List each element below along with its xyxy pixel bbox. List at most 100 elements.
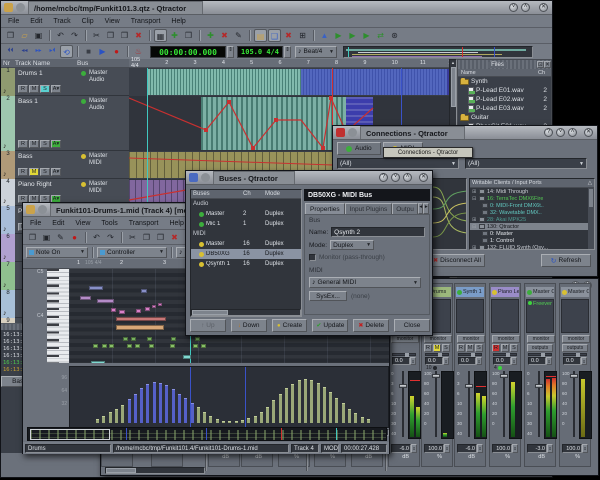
velocity-bar[interactable] <box>114 409 118 423</box>
client-port-item[interactable]: 32: Wavetable DMX.. <box>470 209 594 216</box>
close-button[interactable]: ✕ <box>539 3 548 12</box>
edit-mode-icon[interactable]: ✎ <box>54 231 67 244</box>
velocity-bar[interactable] <box>159 383 162 423</box>
track-r-button[interactable]: R <box>18 140 28 148</box>
client-port-item[interactable]: ⊞ 28: Akai MPK25 <box>470 216 594 223</box>
paste-icon[interactable]: ❒ <box>154 231 167 244</box>
pan-slider[interactable] <box>563 353 587 357</box>
velocity-bar[interactable] <box>240 420 244 423</box>
save-icon[interactable]: ▣ <box>32 29 45 42</box>
strip-name[interactable]: Master Out <box>526 287 554 297</box>
menu-help[interactable]: Help <box>171 18 185 25</box>
midi-note[interactable] <box>119 310 125 314</box>
menu-tools[interactable]: Tools <box>101 220 117 227</box>
velocity-bar[interactable] <box>360 417 364 423</box>
pan-spin[interactable]: ⇕ <box>546 357 552 365</box>
file-item[interactable]: Synth <box>458 77 551 86</box>
new-clip-icon[interactable]: ✚ <box>204 29 217 42</box>
gain-spin[interactable]: ⇕ <box>411 444 417 453</box>
velocity-bar[interactable] <box>366 419 370 423</box>
velocity-bar[interactable] <box>209 416 213 423</box>
snap-grid-icon[interactable]: ▦ <box>154 29 167 42</box>
help-button[interactable]: ? <box>544 128 553 137</box>
gain-value[interactable]: 100.0 % <box>424 444 444 460</box>
strip-plugin-list[interactable] <box>456 299 484 333</box>
tab-properties[interactable]: Properties <box>305 203 345 214</box>
pan-value[interactable]: 0.0 <box>392 357 410 365</box>
midi-note[interactable] <box>109 344 114 348</box>
velocity-bar[interactable] <box>177 394 181 423</box>
sysex-button[interactable]: SysEx... <box>309 291 347 301</box>
mixer-panel-icon[interactable]: ❑ <box>268 29 281 42</box>
pan-spin[interactable]: ⇕ <box>410 357 416 365</box>
velocity-bar[interactable] <box>108 412 112 423</box>
pan-slider-thumb[interactable] <box>438 353 442 357</box>
remove-clip-icon[interactable]: ✖ <box>218 29 231 42</box>
gain-spin[interactable]: ⇕ <box>547 444 553 453</box>
strip-r-button[interactable]: R <box>457 344 465 352</box>
midi-note[interactable] <box>145 307 150 311</box>
session-overview[interactable] <box>343 45 533 58</box>
expand-icon[interactable]: ⊞ <box>472 189 477 195</box>
minimize-button[interactable]: ˅ <box>509 3 518 12</box>
disconnect-all-button[interactable]: ✖ Disconnect All <box>429 254 485 267</box>
rewind-start-icon[interactable]: ⏴⏴ <box>4 45 17 58</box>
file-item[interactable]: P-Lead E03.wav 2 <box>458 104 551 113</box>
fader-knob[interactable] <box>570 374 578 378</box>
buses-minimize-button[interactable]: ˅ <box>391 173 400 182</box>
expand-icon[interactable]: ⊞ <box>472 245 477 250</box>
marker2-icon[interactable]: ▶ <box>346 29 359 42</box>
event-type-combo[interactable]: Controller ▼ <box>97 246 167 258</box>
fader-knob[interactable] <box>399 384 407 388</box>
track-row[interactable]: 3 ♪ Bass R M S A▾ Master MIDI <box>1 151 129 179</box>
velocity-bar[interactable] <box>140 388 144 423</box>
velocity-bar[interactable] <box>171 389 175 423</box>
gain-spin[interactable]: ⇕ <box>512 444 518 453</box>
menu-edit[interactable]: Edit <box>52 220 64 227</box>
pan-value[interactable]: 0.0 <box>528 357 546 365</box>
strip-m-button[interactable]: M <box>466 344 474 352</box>
midi-note[interactable] <box>97 299 114 303</box>
buses-help-button[interactable]: ? <box>379 173 388 182</box>
midi-note[interactable] <box>193 344 198 348</box>
velocity-bar[interactable] <box>247 418 251 423</box>
bus-row[interactable]: Master 16 Duplex <box>191 239 301 249</box>
menu-edit[interactable]: Edit <box>30 18 42 25</box>
velocity-bar[interactable] <box>322 387 326 423</box>
strip-m-button[interactable]: M <box>433 344 441 352</box>
midi-note[interactable] <box>111 308 116 312</box>
marker1-icon[interactable]: ▶ <box>332 29 345 42</box>
monitor-button[interactable]: monitor <box>391 335 419 343</box>
bus-row[interactable]: Mic 1 1 Duplex <box>191 219 301 229</box>
pan-value[interactable]: 0.0 <box>493 357 511 365</box>
copy-icon[interactable]: ❐ <box>104 29 117 42</box>
files-close-button[interactable]: ✕ <box>543 61 551 68</box>
pan-slider-thumb[interactable] <box>541 353 545 357</box>
add-track-icon[interactable]: ✚ <box>168 29 181 42</box>
midi-note[interactable] <box>136 309 141 313</box>
timeline-ruler[interactable]: 105 4/4 23456789101112 <box>129 57 454 69</box>
midi-note[interactable] <box>158 303 162 306</box>
mode-combo[interactable]: Duplex ▼ <box>330 240 375 250</box>
main-titlebar[interactable]: /home/mcbc/tmp/Funkit101.3.qtz - Qtracto… <box>1 1 552 15</box>
midi-note[interactable] <box>141 289 147 293</box>
strip-s-button[interactable]: S <box>442 344 450 352</box>
midi-note[interactable] <box>102 344 107 348</box>
tab-audio[interactable]: Audio <box>337 142 381 155</box>
strip-plugin-list[interactable]: Freeverb ( <box>526 299 554 333</box>
fader-knob[interactable] <box>535 384 543 388</box>
velocity-bar[interactable] <box>152 382 156 423</box>
midi-note[interactable] <box>170 344 175 348</box>
client-port-item[interactable]: ⊞ 132: FLUID Synth (Qsy... <box>470 244 594 250</box>
files-panel-icon[interactable]: ▤ <box>254 29 267 42</box>
delete-icon[interactable]: ✖ <box>168 231 181 244</box>
track-a-button[interactable]: A▾ <box>51 140 61 148</box>
client-port-item[interactable]: 1: Control <box>470 237 594 244</box>
gain-spin[interactable]: ⇕ <box>477 444 483 453</box>
buses-maximize-button[interactable]: ˄ <box>403 173 412 182</box>
velocity-bar[interactable] <box>297 380 301 423</box>
gain-spin[interactable]: ⇕ <box>444 444 450 453</box>
fader-knob[interactable] <box>465 384 473 388</box>
pan-value[interactable]: 0.0 <box>563 357 581 365</box>
files-dock-button[interactable]: ⊡ <box>536 61 544 68</box>
